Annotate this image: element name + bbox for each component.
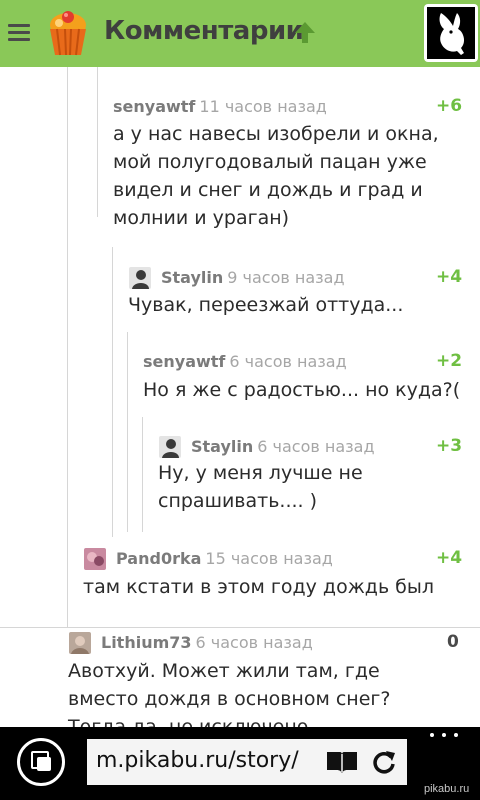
- more-icon[interactable]: [430, 733, 460, 741]
- comment-author[interactable]: senyawtf: [113, 97, 195, 116]
- comment-time: 11 часов назад: [199, 97, 327, 116]
- comment-text: а у нас навесы изобрели и окна, мой полу…: [113, 123, 439, 229]
- comment-author[interactable]: senyawtf: [143, 352, 225, 371]
- thread-line: [112, 247, 113, 537]
- comment-time: 6 часов назад: [229, 352, 347, 371]
- comment-text: Ну, у меня лучше не спрашивать.... ): [158, 462, 363, 512]
- comment-rating[interactable]: 0: [447, 632, 459, 652]
- thread-line: [142, 417, 143, 532]
- comment-time: 6 часов назад: [257, 437, 375, 456]
- comment-rating[interactable]: +3: [436, 436, 462, 456]
- comment-rating[interactable]: +6: [436, 96, 462, 116]
- url-field[interactable]: m.pikabu.ru/story/: [87, 739, 407, 785]
- comment-time: 15 часов назад: [205, 549, 333, 568]
- comment-time: 6 часов назад: [195, 633, 313, 652]
- reader-icon[interactable]: [325, 749, 359, 775]
- comment-author[interactable]: Pand0rka: [116, 549, 201, 568]
- comment-author[interactable]: Lithium73: [101, 633, 192, 652]
- comment-time: 9 часов назад: [227, 268, 345, 287]
- arrow-up-icon[interactable]: [294, 20, 316, 44]
- thread-line: [67, 67, 68, 627]
- hamburger-icon[interactable]: [8, 24, 30, 42]
- comment-rating[interactable]: +2: [436, 351, 462, 371]
- user-avatar[interactable]: [129, 267, 151, 289]
- refresh-icon[interactable]: [371, 749, 397, 775]
- user-avatar[interactable]: [69, 632, 91, 654]
- watermark: pikabu.ru: [424, 783, 470, 795]
- comment-author[interactable]: Staylin: [191, 437, 253, 456]
- thread-line: [97, 67, 98, 217]
- user-avatar[interactable]: [159, 436, 181, 458]
- comment-divider: [0, 627, 480, 628]
- app-header: Комментарии: [0, 0, 480, 67]
- comment-text: Чувак, переезжай оттуда...: [128, 294, 404, 316]
- comment-author[interactable]: Staylin: [161, 268, 223, 287]
- comment-rating[interactable]: +4: [436, 267, 462, 287]
- browser-address-bar: m.pikabu.ru/story/ pikabu.ru: [0, 727, 480, 800]
- user-avatar[interactable]: [84, 548, 106, 570]
- comment-text: Но я же с радостью... но куда?(: [143, 379, 461, 401]
- profile-avatar[interactable]: [424, 4, 478, 62]
- comment-rating[interactable]: +4: [436, 548, 462, 568]
- page-title: Комментарии: [104, 16, 304, 46]
- comments-list: senyawtf 11 часов назад +6 а у нас навесы…: [0, 67, 480, 727]
- url-text[interactable]: m.pikabu.ru/story/: [96, 748, 308, 773]
- pikabu-logo[interactable]: [44, 11, 92, 57]
- comment-text: Авотхуй. Может жили там, где вместо дожд…: [68, 660, 391, 727]
- comment-text: там кстати в этом году дождь был: [83, 576, 435, 598]
- thread-line: [127, 332, 128, 532]
- tabs-icon[interactable]: [17, 738, 65, 786]
